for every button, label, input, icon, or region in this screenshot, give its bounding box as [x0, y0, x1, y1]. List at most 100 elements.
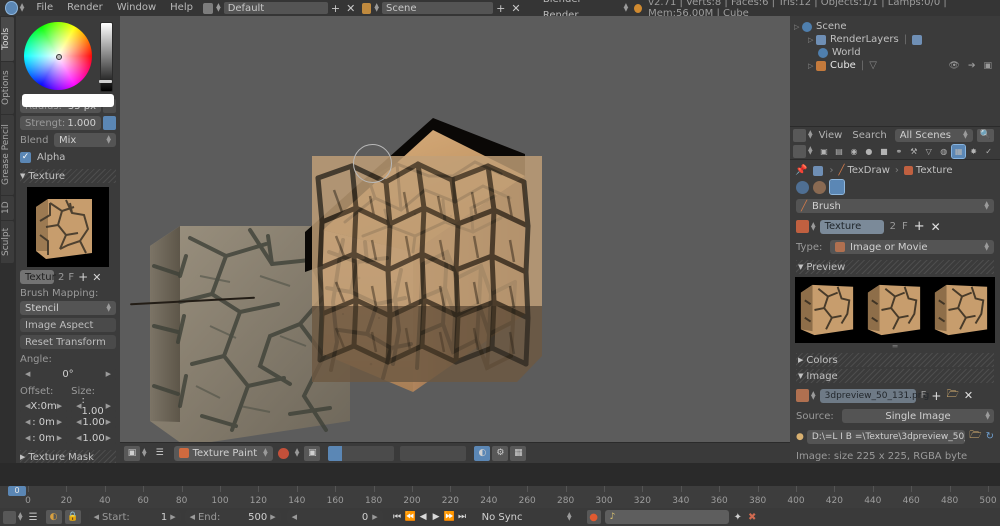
timeline-editor[interactable]: 0 0 20 40 60 80 100 120 140 160 180 200 220 240 260 28…	[0, 486, 1000, 526]
end-value[interactable]: 500	[248, 512, 267, 523]
record-icon[interactable]: ●	[586, 510, 601, 524]
scene-field[interactable]: Scene	[382, 2, 494, 14]
proportional-edit-icon[interactable]: ◐	[474, 445, 491, 461]
start-value[interactable]: 1	[161, 512, 167, 523]
end-frame-field[interactable]: ◀ End: 500 ▶	[184, 510, 281, 524]
texture-panel-header[interactable]: ▼ Texture	[20, 169, 116, 183]
layer-blocks-2[interactable]	[400, 445, 467, 461]
brush-stencil-overlay[interactable]	[312, 156, 542, 382]
pin-icon[interactable]: 📌	[795, 165, 807, 176]
object-tab[interactable]: ■	[877, 145, 890, 158]
data-tab[interactable]: ▽	[922, 145, 935, 158]
size-x-value[interactable]: : 1.00	[82, 395, 106, 417]
offset-x-value[interactable]: X:0m	[30, 401, 56, 412]
size-z-inc-icon[interactable]: ▶	[106, 434, 111, 442]
view-menu-icon[interactable]: ☰	[29, 512, 38, 523]
delete-screen-button[interactable]: ✕	[343, 2, 358, 15]
playhead[interactable]: 0	[8, 486, 26, 496]
screen-layout-spinner[interactable]: ▲ ▼	[216, 3, 221, 13]
editor-type-icon[interactable]: ▣	[124, 445, 140, 461]
brush-texture-datablock-row[interactable]: Textur 2 F + ✕	[20, 270, 116, 284]
physics-tab[interactable]: ✓	[982, 145, 995, 158]
end-inc-icon[interactable]: ▶	[270, 513, 275, 521]
outliner-row-world[interactable]: World	[794, 46, 996, 59]
brush-context-icon[interactable]	[813, 165, 824, 176]
shading-mode-icon[interactable]	[276, 446, 292, 461]
offset-z-field[interactable]: ◀ : 0m ▶	[20, 431, 68, 445]
render-layers-tab[interactable]: ▤	[833, 145, 846, 158]
texture-datablock-name[interactable]: Texture	[819, 219, 884, 234]
image-filepath-field[interactable]: D:\=L I B =\Texture\3dpreview_50_1...	[806, 429, 966, 444]
timeline-ruler[interactable]: 0 0 20 40 60 80 100 120 140 160 180 200 220 240 260 28…	[0, 486, 1000, 509]
image-datablock-icon[interactable]	[796, 389, 809, 402]
layer-block-active[interactable]	[328, 445, 343, 461]
start-inc-icon[interactable]: ▶	[170, 513, 175, 521]
size-y-value[interactable]: 1.00	[82, 417, 104, 428]
editor-type-spinner[interactable]: ▲ ▼	[142, 448, 147, 458]
end-dec-icon[interactable]: ◀	[190, 513, 195, 521]
snap-icon[interactable]: ⚙	[492, 445, 509, 461]
color-wheel-cursor[interactable]	[56, 54, 62, 60]
current-frame-field[interactable]: ◀ 0 ▶	[286, 510, 383, 524]
reset-transform-button[interactable]: Reset Transform	[20, 335, 116, 349]
blend-value[interactable]: Mix	[59, 135, 76, 146]
size-x-field[interactable]: ◀ : 1.00 ▶	[71, 395, 116, 417]
world-texture-context[interactable]	[796, 180, 809, 194]
texture-fake-user-toggle[interactable]: F	[902, 221, 908, 232]
size-x-inc-icon[interactable]: ▶	[106, 402, 111, 410]
layer-blocks-1[interactable]	[342, 445, 395, 461]
brush-texture-unlink[interactable]: ✕	[92, 271, 101, 284]
reload-icon[interactable]: ↻	[986, 431, 994, 442]
size-z-dec-icon[interactable]: ◀	[76, 434, 81, 442]
offset-y-value[interactable]: : 0m	[32, 417, 55, 428]
size-y-dec-icon[interactable]: ◀	[76, 418, 81, 426]
screen-layout-icon[interactable]	[203, 2, 214, 14]
size-y-inc-icon[interactable]: ▶	[106, 418, 111, 426]
texture-user-count[interactable]: 2	[890, 221, 896, 232]
modifiers-tab[interactable]: ⚒	[907, 145, 920, 158]
shading-spinner[interactable]: ▲ ▼	[295, 448, 300, 458]
image-unlink-button[interactable]: ✕	[964, 389, 973, 402]
material-texture-context[interactable]	[813, 180, 826, 194]
brush-color-swatch[interactable]	[22, 94, 114, 107]
blender-logo-icon[interactable]	[5, 1, 18, 15]
tool-tab-1d[interactable]: 1D	[1, 196, 14, 220]
menu-icon[interactable]: ☰	[152, 446, 168, 461]
offset-z-value[interactable]: : 0m	[32, 433, 55, 444]
renderlayer-child-icon[interactable]	[912, 34, 923, 45]
angle-increment-icon[interactable]: ▶	[106, 370, 111, 378]
interaction-mode-selector[interactable]: Texture Paint ▲ ▼	[173, 445, 273, 461]
timeline-editor-icon[interactable]	[3, 510, 16, 524]
screen-layout-field[interactable]: Default	[223, 2, 328, 14]
outliner-menu-view[interactable]: View	[819, 130, 843, 141]
brush-blend-row[interactable]: Blend Mix ▲ ▼	[20, 133, 116, 147]
particles-tab[interactable]: ✸	[967, 145, 980, 158]
image-add-button[interactable]: +	[931, 389, 941, 403]
size-y-field[interactable]: ◀ 1.00 ▶	[71, 415, 116, 429]
value-slider-knob[interactable]	[99, 80, 112, 83]
size-z-value[interactable]: 1.00	[82, 433, 104, 444]
keying-set-field[interactable]: ♪	[604, 510, 729, 524]
outliner-row-renderlayers[interactable]: ▷ RenderLayers |	[794, 33, 996, 46]
menu-render[interactable]: Render	[60, 0, 110, 16]
delete-scene-button[interactable]: ✕	[508, 2, 523, 15]
sync-mode-dropdown[interactable]: No Sync ▲ ▼	[476, 510, 577, 524]
next-keyframe-button[interactable]: ⏩	[443, 510, 456, 524]
strength-value[interactable]: 1.000	[67, 118, 96, 129]
texture-preview-strip[interactable]	[795, 277, 995, 343]
render-preview-icon[interactable]: ▦	[510, 445, 527, 461]
image-source-spinner[interactable]: ▲ ▼	[985, 411, 990, 421]
menu-window[interactable]: Window	[110, 0, 163, 16]
frame-dec-icon[interactable]: ◀	[292, 513, 297, 521]
expander-icon-renderlayers[interactable]: ▷	[808, 36, 816, 44]
auto-key-icon[interactable]: ◐	[45, 510, 62, 524]
colors-panel-header[interactable]: ▶ Colors	[796, 353, 994, 367]
scene-icon[interactable]	[361, 2, 372, 14]
visibility-eye-icon[interactable]: 👁	[949, 61, 960, 71]
breadcrumb-texdraw[interactable]: TexDraw	[847, 165, 889, 176]
menu-help[interactable]: Help	[163, 0, 200, 16]
outliner-row-cube[interactable]: ▷ Cube | ▽ 👁 ➔ ▣	[794, 59, 996, 72]
search-icon[interactable]: 🔍	[976, 128, 994, 142]
scene-tab[interactable]: ◉	[847, 145, 860, 158]
brush-strength-row[interactable]: Strengt: 1.000	[20, 116, 116, 130]
